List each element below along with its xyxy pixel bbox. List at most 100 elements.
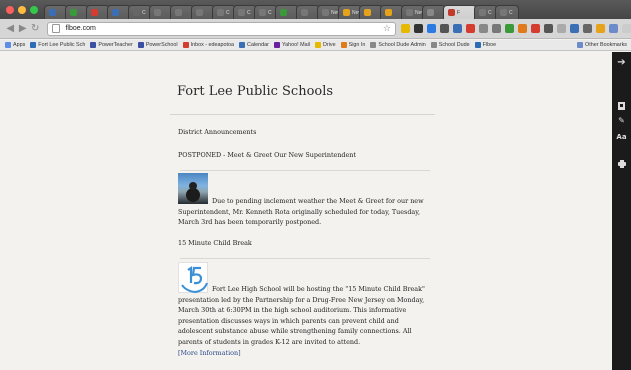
back-button[interactable]: ◀ (4, 22, 16, 36)
extension-icon[interactable] (413, 24, 423, 33)
extension-icon[interactable] (517, 24, 527, 33)
bookmark-label: Inbox - edeapotoa (190, 42, 235, 48)
15-minute-logo-icon (178, 262, 208, 294)
article-divider (180, 258, 430, 259)
bookmark-favicon-icon (474, 42, 481, 48)
bookmark-item[interactable]: PowerTeacher (90, 42, 133, 48)
reload-button[interactable]: ↻ (29, 22, 41, 36)
tab-favicon-icon (479, 9, 486, 16)
article-text: Fort Lee High School will be hosting the… (178, 285, 425, 346)
article-body: Due to pending inclement weather the Mee… (178, 173, 433, 228)
extension-icon[interactable] (400, 24, 410, 33)
tab-label: F (457, 9, 461, 16)
bookmark-item[interactable]: Calendar (239, 42, 269, 48)
bookmark-label: School Dude (438, 42, 470, 48)
other-bookmarks-label: Other Bookmarks (585, 42, 627, 48)
tab-favicon-icon (175, 9, 182, 16)
tabs: C C C C New Nev New F C C (44, 5, 519, 19)
tab-favicon-icon (49, 9, 56, 16)
extension-icon[interactable] (452, 24, 462, 33)
bookmark-item[interactable]: PowerSchool (137, 42, 178, 48)
highlighter-icon[interactable]: ✎ (612, 116, 631, 125)
tab-favicon-icon (133, 9, 140, 16)
font-size-icon[interactable]: Aa (612, 133, 631, 141)
address-bar[interactable]: flboe.com ☆ (47, 21, 396, 36)
tab-favicon-icon (427, 9, 434, 16)
bookmark-item[interactable]: Flboe (474, 42, 497, 48)
tab-label: C (488, 9, 492, 16)
bookmark-item[interactable]: School Dude (430, 42, 470, 48)
bookmarks-bar: Apps Fort Lee Public Sch PowerTeacher Power… (0, 40, 631, 51)
extension-icon[interactable] (504, 24, 514, 33)
bookmark-favicon-icon (239, 42, 246, 48)
browser-toolbar: ◀ ▶ ↻ flboe.com ☆ (0, 19, 631, 39)
zoom-window-button[interactable] (30, 6, 38, 14)
print-icon[interactable] (612, 153, 631, 172)
extension-icon[interactable] (543, 24, 553, 33)
section-title: District Announcements (178, 128, 257, 136)
extension-icon[interactable] (569, 24, 579, 33)
bookmark-item[interactable]: Yahoo! Mail (273, 42, 311, 48)
extension-icon[interactable] (621, 24, 631, 33)
tab-favicon-icon (112, 9, 119, 16)
extension-icon[interactable] (439, 24, 449, 33)
extension-icon[interactable] (491, 24, 501, 33)
site-title: Fort Lee Public Schools (177, 84, 334, 99)
bookmark-label: Drive (323, 42, 336, 48)
bookmark-page-icon[interactable] (612, 96, 631, 115)
tab-favicon-icon (238, 9, 245, 16)
bookmark-label: PowerTeacher (98, 42, 133, 48)
browser-tab[interactable]: F (443, 5, 477, 19)
tab-label: C (247, 9, 251, 16)
tab-favicon-icon (280, 9, 287, 16)
article-title[interactable]: 15 Minute Child Break (178, 239, 252, 247)
bookmark-favicon-icon (137, 42, 144, 48)
other-bookmarks[interactable]: Other Bookmarks (577, 42, 627, 48)
minimize-window-button[interactable] (18, 6, 26, 14)
forward-button[interactable]: ▶ (16, 22, 28, 36)
bookmark-favicon-icon (182, 42, 189, 48)
superintendent-photo (178, 173, 208, 204)
more-information-link[interactable]: [More Information] (178, 349, 241, 357)
extension-icon[interactable] (556, 24, 566, 33)
page-icon (52, 24, 61, 33)
article-title[interactable]: POSTPONED - Meet & Greet Our New Superin… (178, 151, 356, 159)
reader-toolbar: ➔ ✎ Aa (612, 52, 631, 370)
extension-icon[interactable] (478, 24, 488, 33)
close-window-button[interactable] (6, 6, 14, 14)
tab-label: C (226, 9, 230, 16)
extension-icon[interactable] (582, 24, 592, 33)
tab-favicon-icon (406, 9, 413, 16)
window-controls (0, 6, 44, 19)
extension-icon[interactable] (426, 24, 436, 33)
bookmark-item[interactable]: Sign In (340, 42, 366, 48)
bookmark-item[interactable]: Drive (315, 42, 336, 48)
tab-favicon-icon (364, 9, 371, 16)
bookmark-item[interactable]: School Dude Admin (370, 42, 426, 48)
tab-favicon-icon (500, 9, 507, 16)
bookmark-item[interactable]: Fort Lee Public Sch (30, 42, 85, 48)
tab-strip: C C C C New Nev New F C C (0, 0, 631, 19)
bookmark-favicon-icon (315, 42, 322, 48)
tab-favicon-icon (154, 9, 161, 16)
tab-favicon-icon (91, 9, 98, 16)
extension-icon[interactable] (465, 24, 475, 33)
bookmark-label: Yahoo! Mail (281, 42, 311, 48)
bookmark-favicon-icon (370, 42, 377, 48)
browser-tab[interactable]: C (495, 5, 519, 19)
extension-icons (400, 24, 631, 33)
bookmark-favicon-icon (30, 42, 37, 48)
bookmark-item[interactable]: Inbox - edeapotoa (182, 42, 235, 48)
extension-icon[interactable] (595, 24, 605, 33)
back-arrow-icon[interactable]: ➔ (612, 57, 631, 68)
extension-icon[interactable] (608, 24, 618, 33)
bookmark-item[interactable]: Apps (5, 42, 25, 48)
tab-favicon-icon (448, 9, 455, 16)
tab-favicon-icon (196, 9, 203, 16)
url-text: flboe.com (65, 25, 96, 32)
bookmark-star-icon[interactable]: ☆ (383, 24, 391, 34)
bookmark-label: Sign In (348, 42, 366, 48)
extension-icon[interactable] (530, 24, 540, 33)
tab-label: C (509, 9, 513, 16)
bookmark-label: Flboe (482, 42, 497, 48)
